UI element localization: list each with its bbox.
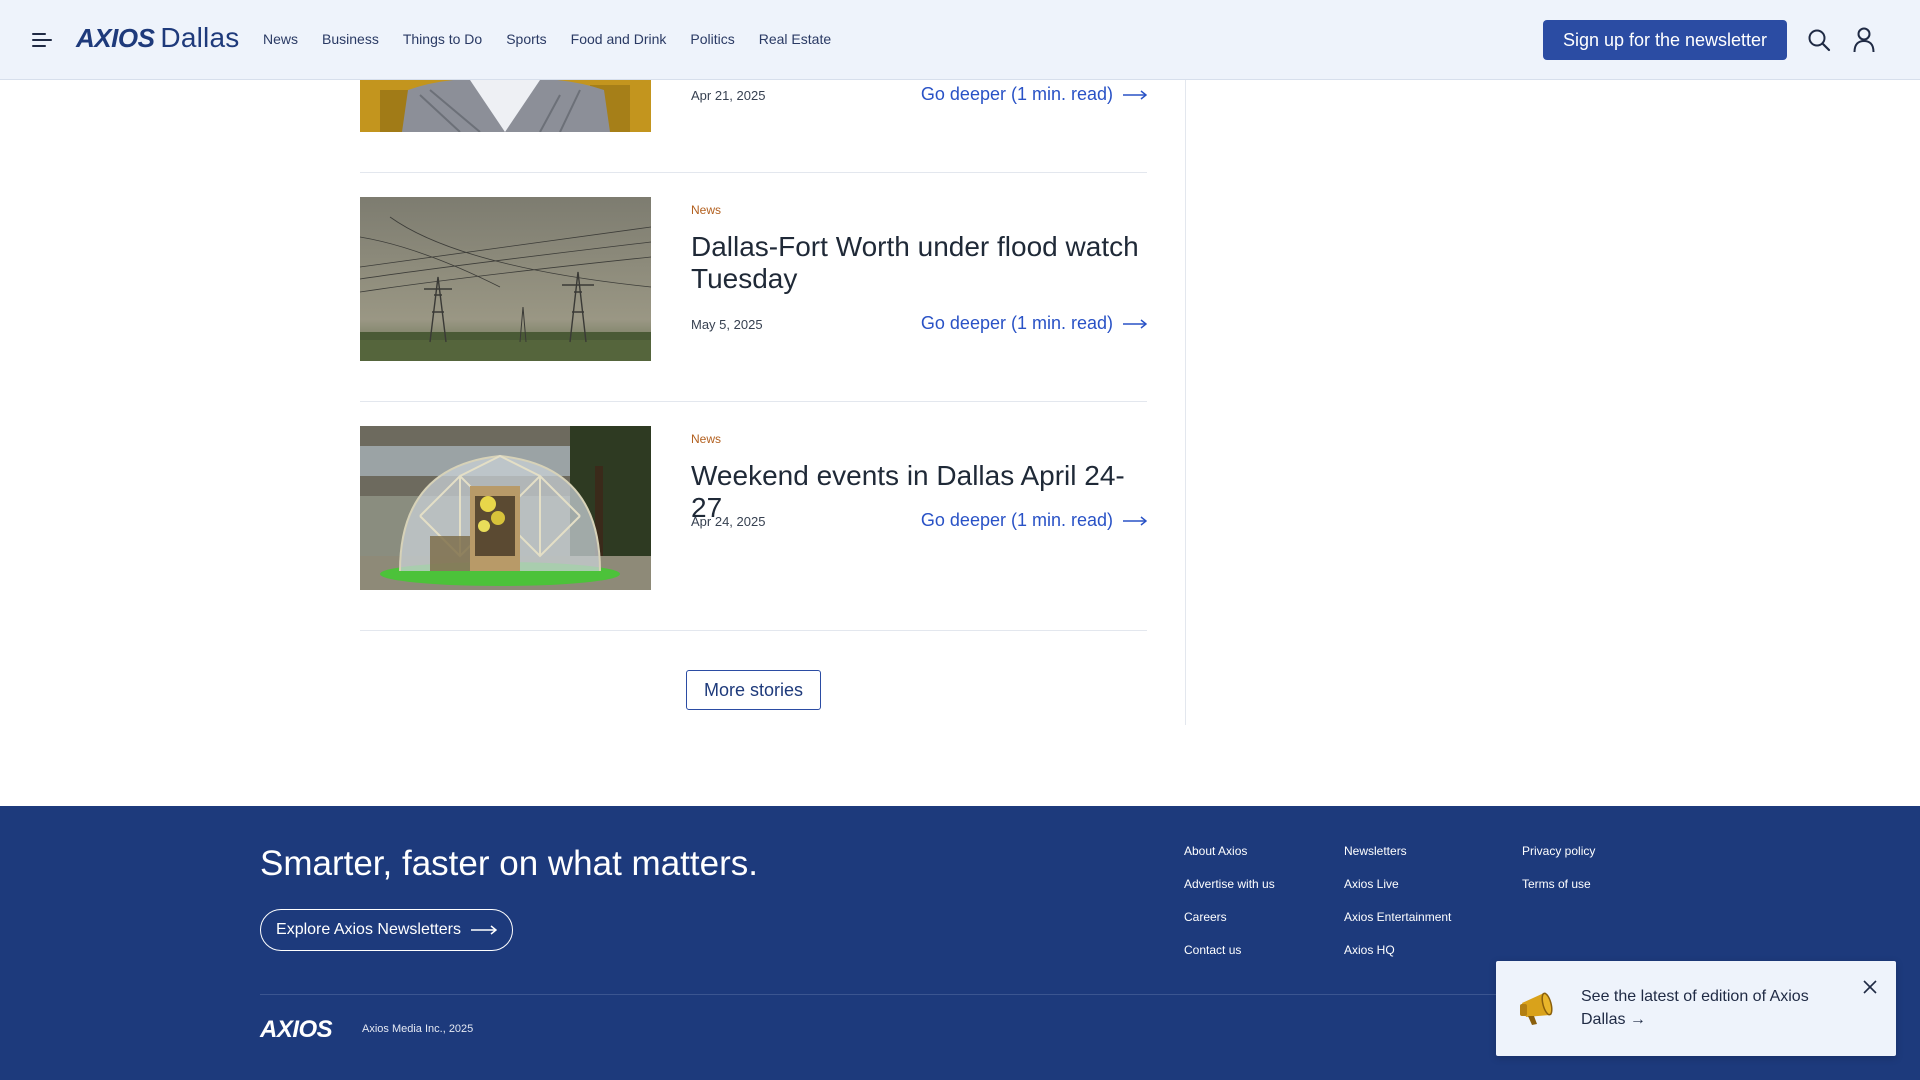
column-divider [1185, 80, 1186, 725]
footer-links-col2: Newsletters Axios Live Axios Entertainme… [1344, 844, 1451, 957]
story-date: Apr 24, 2025 [691, 514, 766, 529]
nav-item-real-estate[interactable]: Real Estate [759, 31, 831, 47]
footer-link-about[interactable]: About Axios [1184, 844, 1275, 858]
footer-tagline: Smarter, faster on what matters. [260, 844, 758, 883]
close-icon[interactable] [1862, 979, 1878, 995]
explore-newsletters-button[interactable]: Explore Axios Newsletters [260, 909, 513, 951]
story-thumbnail-dome[interactable] [360, 426, 651, 590]
story-thumbnail-person[interactable] [360, 80, 651, 132]
story-date: Apr 21, 2025 [691, 88, 766, 103]
go-deeper-label: Go deeper (1 min. read) [920, 313, 1113, 333]
footer-divider [260, 994, 1660, 995]
footer-link-privacy[interactable]: Privacy policy [1522, 844, 1595, 858]
footer-link-axios-entertainment[interactable]: Axios Entertainment [1344, 910, 1451, 924]
arrow-right-icon [1123, 318, 1147, 329]
arrow-right-icon [470, 925, 497, 935]
arrow-right-icon [1123, 89, 1147, 100]
story-card: News Weekend events in Dallas April 24-2… [360, 426, 1147, 590]
explore-newsletters-label: Explore Axios Newsletters [276, 921, 461, 938]
footer-link-advertise[interactable]: Advertise with us [1184, 877, 1275, 891]
story-divider [360, 172, 1147, 173]
toast-latest-edition-link[interactable]: See the latest of edition of Axios Dalla… [1581, 985, 1841, 1031]
logo-city: Dallas [160, 22, 240, 53]
nav-item-news[interactable]: News [263, 31, 298, 47]
story-thumbnail-power-lines[interactable] [360, 197, 651, 361]
go-deeper-link[interactable]: Go deeper (1 min. read) [921, 313, 1147, 334]
story-card: Apr 21, 2025 Go deeper (1 min. read) [360, 80, 1147, 132]
nav-item-food-and-drink[interactable]: Food and Drink [571, 31, 667, 47]
nav-item-business[interactable]: Business [322, 31, 379, 47]
story-headline[interactable]: Dallas-Fort Worth under flood watch Tues… [691, 231, 1147, 295]
story-category[interactable]: News [691, 203, 1147, 217]
user-account-icon[interactable] [1853, 27, 1875, 53]
story-divider [360, 401, 1147, 402]
go-deeper-label: Go deeper (1 min. read) [920, 510, 1113, 530]
site-logo[interactable]: AXIOS Dallas [76, 22, 239, 54]
arrow-right-icon [1123, 515, 1147, 526]
nav-item-sports[interactable]: Sports [506, 31, 546, 47]
story-date: May 5, 2025 [691, 317, 763, 332]
footer-links-col3: Privacy policy Terms of use [1522, 844, 1595, 891]
footer-link-terms[interactable]: Terms of use [1522, 877, 1595, 891]
newsletter-toast: See the latest of edition of Axios Dalla… [1496, 961, 1896, 1056]
footer-logo[interactable]: AXIOS [260, 1016, 333, 1044]
site-header: AXIOS Dallas News Business Things to Do … [0, 0, 1920, 80]
newsletter-signup-button[interactable]: Sign up for the newsletter [1543, 20, 1787, 60]
go-deeper-link[interactable]: Go deeper (1 min. read) [921, 510, 1147, 531]
go-deeper-link[interactable]: Go deeper (1 min. read) [921, 84, 1147, 105]
footer-links-col1: About Axios Advertise with us Careers Co… [1184, 844, 1275, 957]
logo-brand: AXIOS [76, 23, 155, 53]
nav-item-politics[interactable]: Politics [690, 31, 734, 47]
megaphone-icon [1520, 992, 1553, 1025]
footer-link-careers[interactable]: Careers [1184, 910, 1275, 924]
footer-link-axios-live[interactable]: Axios Live [1344, 877, 1451, 891]
go-deeper-label: Go deeper (1 min. read) [920, 84, 1113, 104]
hamburger-menu-icon[interactable] [32, 30, 54, 50]
footer-link-contact[interactable]: Contact us [1184, 943, 1275, 957]
story-card: News Dallas-Fort Worth under flood watch… [360, 197, 1147, 361]
footer-copyright: Axios Media Inc., 2025 [362, 1023, 474, 1035]
footer-link-axios-hq[interactable]: Axios HQ [1344, 943, 1451, 957]
footer-link-newsletters[interactable]: Newsletters [1344, 844, 1451, 858]
story-category[interactable]: News [691, 432, 1147, 446]
search-icon[interactable] [1807, 28, 1831, 52]
main-nav: News Business Things to Do Sports Food a… [263, 31, 831, 47]
nav-item-things-to-do[interactable]: Things to Do [403, 31, 482, 47]
more-stories-button[interactable]: More stories [686, 670, 821, 710]
story-divider [360, 630, 1147, 631]
